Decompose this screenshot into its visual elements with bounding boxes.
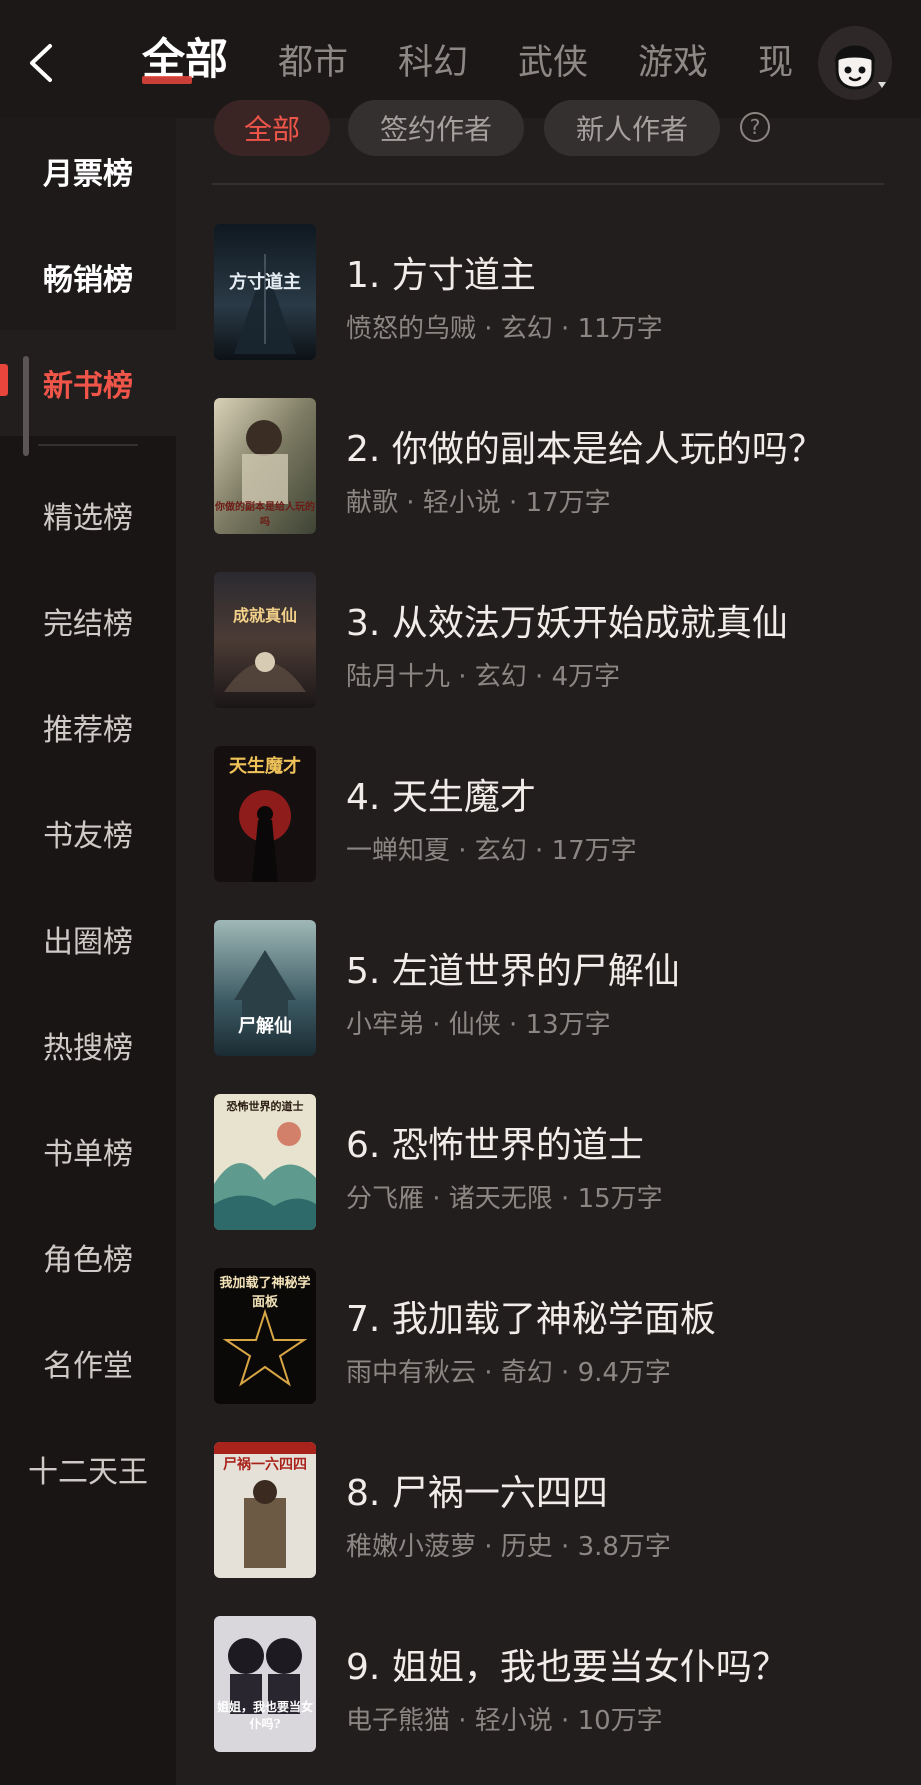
back-button[interactable] — [22, 40, 62, 86]
book-meta: 电子熊猫 · 轻小说 · 10万字 — [346, 1706, 663, 1736]
book-meta: 一蝉知夏 · 玄幻 · 17万字 — [346, 836, 637, 866]
book-cover[interactable]: 恐怖世界的道士 — [214, 1094, 316, 1230]
tab-urban[interactable]: 都市 — [278, 33, 348, 90]
sidebar-item-booklist[interactable]: 书单榜 — [0, 1098, 176, 1204]
sidebar-item-bestseller[interactable]: 畅销榜 — [0, 224, 176, 330]
ranking-sidebar: 月票榜 畅销榜 新书榜 精选榜 完结榜 推荐榜 书友榜 出圈榜 热搜榜 书单榜 … — [0, 118, 176, 1785]
filter-signed-author-chip[interactable]: 签约作者 — [348, 100, 524, 156]
book-cover[interactable]: 尸解仙 — [214, 920, 316, 1056]
sidebar-item-recommended[interactable]: 推荐榜 — [0, 674, 176, 780]
book-title: 5. 左道世界的尸解仙 — [346, 951, 680, 992]
help-icon[interactable]: ? — [740, 112, 770, 142]
book-title: 1. 方寸道主 — [346, 255, 536, 296]
sidebar-item-completed[interactable]: 完结榜 — [0, 568, 176, 674]
book-meta: 稚嫩小菠萝 · 历史 · 3.8万字 — [346, 1532, 671, 1562]
active-indicator — [0, 364, 8, 396]
book-title: 2. 你做的副本是给人玩的吗？ — [346, 429, 824, 470]
book-meta: 分飞雁 · 诸天无限 · 15万字 — [346, 1184, 663, 1214]
book-title: 7. 我加载了神秘学面板 — [346, 1299, 716, 1340]
book-cover[interactable]: 你做的副本是给人玩的吗 — [214, 398, 316, 534]
sidebar-divider — [38, 444, 138, 446]
tab-all[interactable]: 全部 — [142, 30, 228, 90]
tab-truncated[interactable]: 现 — [758, 33, 793, 90]
book-cover[interactable]: 尸祸一六四四 — [214, 1442, 316, 1578]
sidebar-item-featured[interactable]: 精选榜 — [0, 462, 176, 568]
book-title: 4. 天生魔才 — [346, 777, 536, 818]
category-tabs: 全部 都市 科幻 武侠 游戏现 — [142, 30, 802, 90]
book-list-item[interactable]: 方寸道主 1. 方寸道主 愤怒的乌贼 · 玄幻 · 11万字 — [212, 224, 892, 364]
user-avatar-icon — [835, 45, 886, 90]
tab-scifi[interactable]: 科幻 — [398, 33, 468, 90]
book-title: 6. 恐怖世界的道士 — [346, 1125, 644, 1166]
book-list-item[interactable]: 你做的副本是给人玩的吗 2. 你做的副本是给人玩的吗？ 献歌 · 轻小说 · 1… — [212, 398, 892, 538]
sidebar-item-breakout[interactable]: 出圈榜 — [0, 886, 176, 992]
sidebar-item-character[interactable]: 角色榜 — [0, 1204, 176, 1310]
book-cover[interactable]: 成就真仙 — [214, 572, 316, 708]
content-divider — [212, 183, 884, 185]
book-meta: 愤怒的乌贼 · 玄幻 · 11万字 — [346, 314, 663, 344]
user-avatar-button[interactable] — [818, 26, 892, 100]
filter-new-author-chip[interactable]: 新人作者 — [544, 100, 720, 156]
book-meta: 陆月十九 · 玄幻 · 4万字 — [346, 662, 621, 692]
tab-wuxia[interactable]: 武侠 — [518, 33, 588, 90]
book-cover[interactable]: 天生魔才 — [214, 746, 316, 882]
book-meta: 献歌 · 轻小说 · 17万字 — [346, 488, 611, 518]
book-list-item[interactable]: 恐怖世界的道士 6. 恐怖世界的道士 分飞雁 · 诸天无限 · 15万字 — [212, 1094, 892, 1234]
book-cover[interactable]: 姐姐，我也要当女仆吗? — [214, 1616, 316, 1752]
chevron-left-icon — [30, 44, 52, 82]
book-cover[interactable]: 方寸道主 — [214, 224, 316, 360]
book-list-item[interactable]: 天生魔才 4. 天生魔才 一蝉知夏 · 玄幻 · 17万字 — [212, 746, 892, 886]
sidebar-item-hot-search[interactable]: 热搜榜 — [0, 992, 176, 1098]
book-cover[interactable]: 我加载了神秘学面板 — [214, 1268, 316, 1404]
sidebar-item-reader-friends[interactable]: 书友榜 — [0, 780, 176, 886]
sidebar-item-twelve-kings[interactable]: 十二天王 — [0, 1416, 176, 1522]
book-list-item[interactable]: 姐姐，我也要当女仆吗? 9. 姐姐，我也要当女仆吗？ 电子熊猫 · 轻小说 · … — [212, 1616, 892, 1756]
tab-game[interactable]: 游戏 — [638, 33, 708, 90]
book-meta: 小牢弟 · 仙侠 · 13万字 — [346, 1010, 611, 1040]
sidebar-item-monthly-ticket[interactable]: 月票榜 — [0, 118, 176, 224]
book-meta: 雨中有秋云 · 奇幻 · 9.4万字 — [346, 1358, 671, 1388]
sidebar-item-hall-of-fame[interactable]: 名作堂 — [0, 1310, 176, 1416]
book-title: 8. 尸祸一六四四 — [346, 1473, 608, 1514]
book-list-item[interactable]: 尸祸一六四四 8. 尸祸一六四四 稚嫩小菠萝 · 历史 · 3.8万字 — [212, 1442, 892, 1582]
book-list-item[interactable]: 我加载了神秘学面板 7. 我加载了神秘学面板 雨中有秋云 · 奇幻 · 9.4万… — [212, 1268, 892, 1408]
book-title: 3. 从效法万妖开始成就真仙 — [346, 603, 788, 644]
book-title: 9. 姐姐，我也要当女仆吗？ — [346, 1647, 788, 1688]
sidebar-scrollbar[interactable] — [23, 356, 29, 456]
book-list-item[interactable]: 成就真仙 3. 从效法万妖开始成就真仙 陆月十九 · 玄幻 · 4万字 — [212, 572, 892, 712]
filter-all-chip[interactable]: 全部 — [214, 100, 330, 156]
book-list-item[interactable]: 尸解仙 5. 左道世界的尸解仙 小牢弟 · 仙侠 · 13万字 — [212, 920, 892, 1060]
